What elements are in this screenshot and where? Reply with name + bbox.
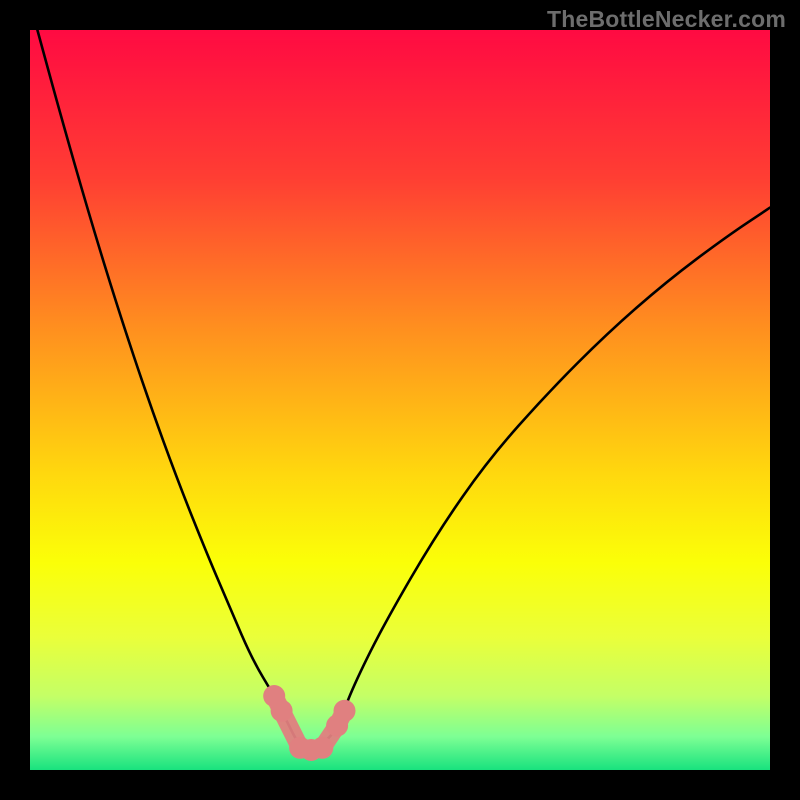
marker-dot [334,700,356,722]
gradient-background [30,30,770,770]
chart-frame: TheBottleNecker.com [0,0,800,800]
marker-dot [311,737,333,759]
watermark-text: TheBottleNecker.com [547,6,786,33]
plot-area [30,30,770,770]
marker-dot [271,700,293,722]
bottleneck-chart [30,30,770,770]
